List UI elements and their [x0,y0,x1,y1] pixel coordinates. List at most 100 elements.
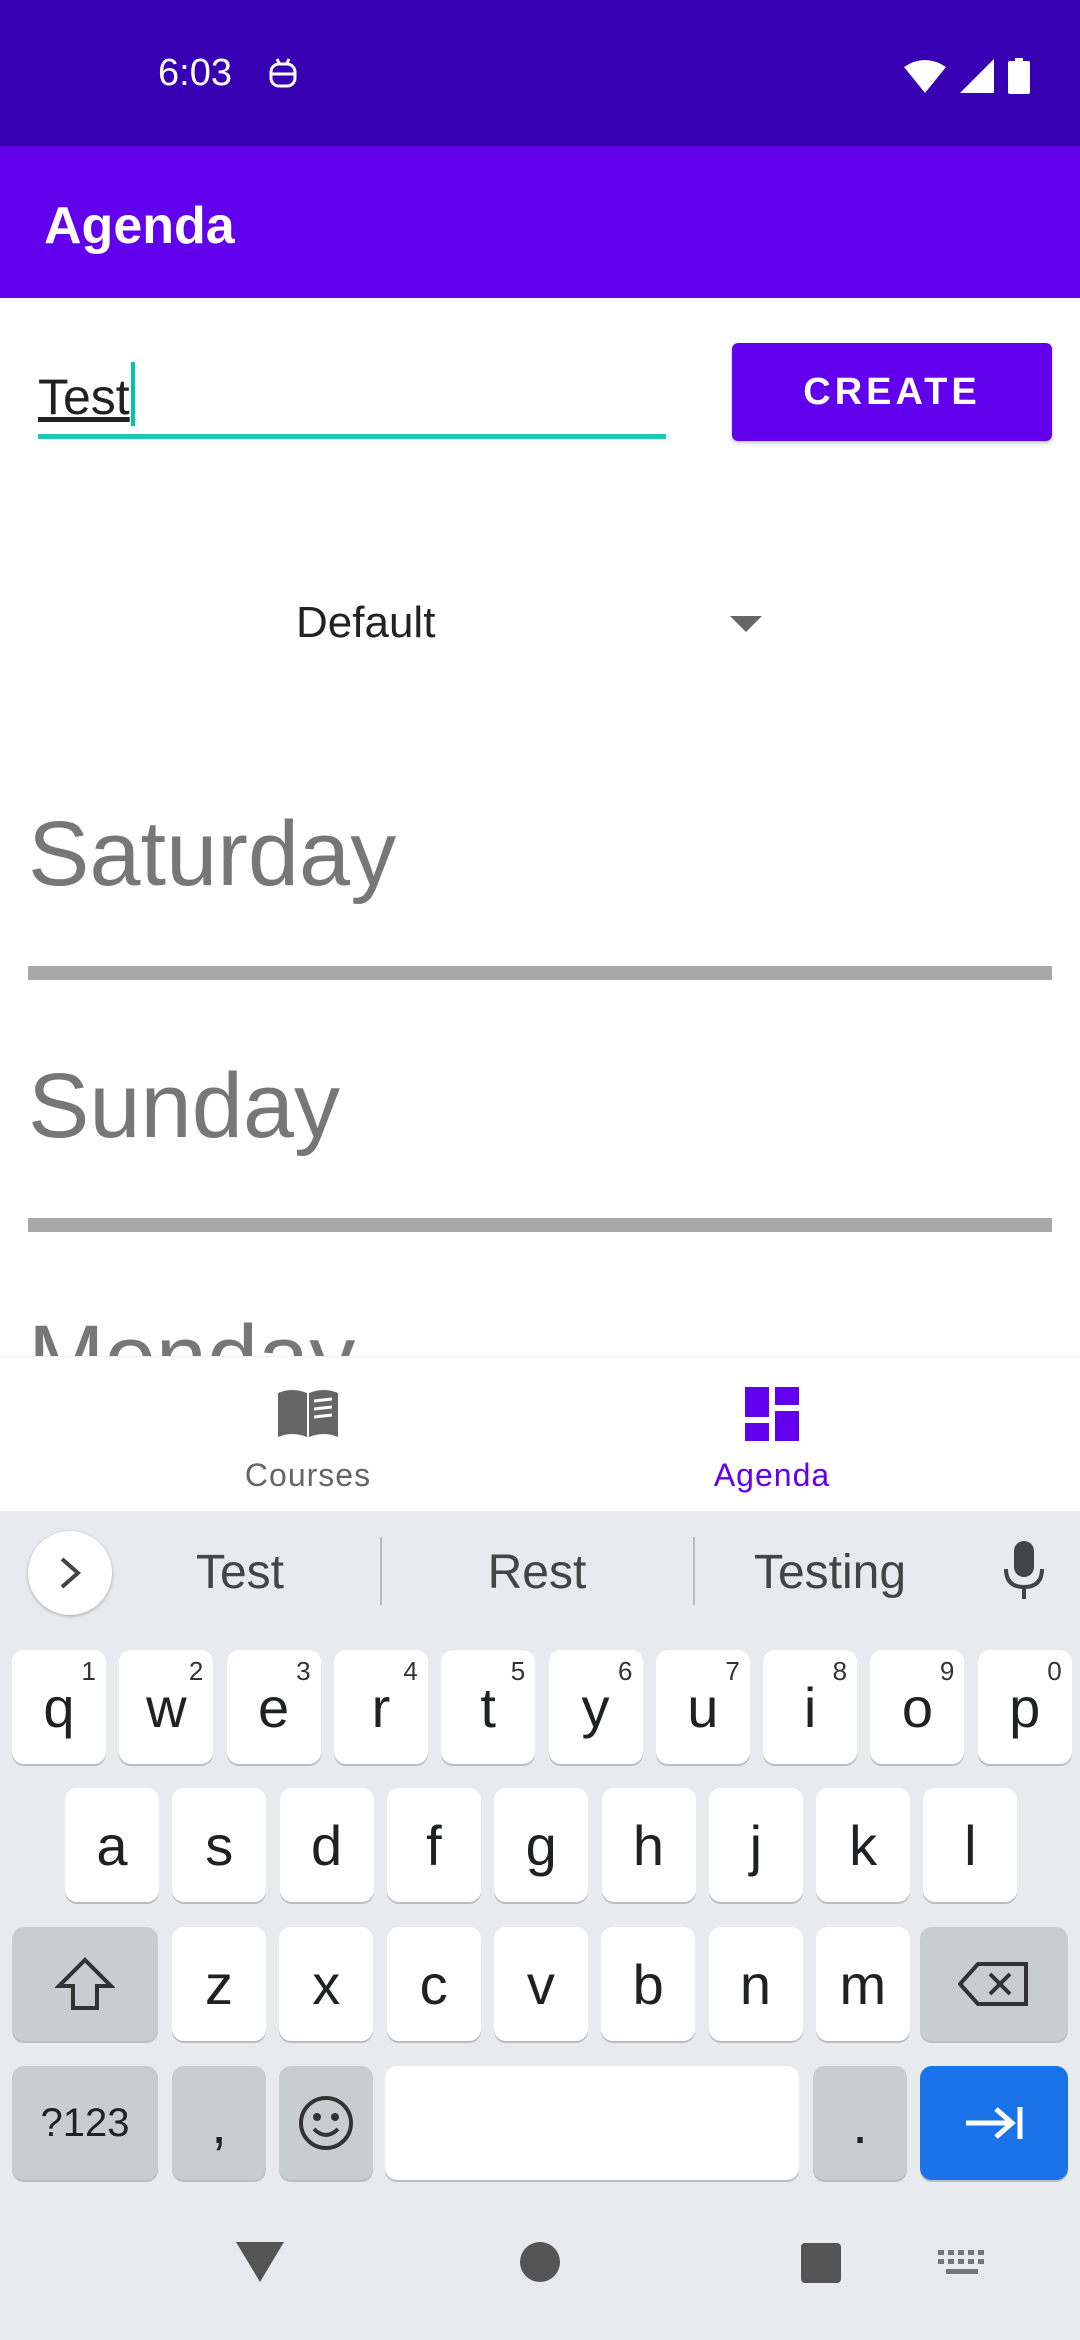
suggestion-strip: Test Rest Testing [0,1511,1080,1635]
key-h[interactable]: h [601,1788,696,1902]
key-k[interactable]: k [816,1788,911,1902]
expand-suggestions-button[interactable] [28,1531,112,1615]
key-hint-number: 2 [188,1656,204,1686]
key-label: z [205,1952,233,2016]
key-label: m [839,1952,887,2016]
agenda-spinner[interactable]: Default [296,588,766,658]
symbols-key[interactable]: ?123 [12,2066,158,2180]
key-hint-number: 5 [510,1656,526,1686]
key-label: f [426,1813,442,1877]
key-p[interactable]: p0 [977,1650,1072,1764]
key-q[interactable]: q1 [12,1650,106,1764]
back-icon[interactable] [234,2240,286,2284]
key-v[interactable]: v [493,1927,588,2041]
home-icon[interactable] [518,2240,562,2284]
suggestion-divider [380,1537,382,1605]
shift-key[interactable] [12,1927,158,2041]
key-label: e [258,1675,290,1739]
key-u[interactable]: u7 [655,1650,750,1764]
tab-arrow-icon [966,2107,1023,2139]
key-hint-number: 6 [618,1656,633,1686]
key-i[interactable]: i8 [763,1650,858,1764]
key-hint-number: 7 [725,1656,740,1686]
dropdown-arrow-icon [730,616,762,632]
dashboard-icon [745,1387,799,1441]
key-s[interactable]: s [172,1788,267,1902]
input-underline [38,434,666,439]
nav-item-courses[interactable]: Courses [38,1357,578,1512]
status-bar: 6:03 [0,0,1080,146]
key-j[interactable]: j [708,1788,803,1902]
key-label: q [43,1675,75,1739]
recents-icon[interactable] [800,2242,842,2284]
nav-label-agenda: Agenda [713,1457,831,1493]
space-key[interactable] [385,2066,799,2180]
key-w[interactable]: w2 [119,1650,214,1764]
chevron-right-icon [60,1557,82,1589]
key-label: y [581,1675,610,1739]
backspace-icon [958,1962,1028,2006]
key-z[interactable]: z [172,1927,266,2041]
key-label: d [311,1813,343,1877]
period-key[interactable]: . [813,2066,907,2180]
key-hint-number: 1 [81,1656,96,1686]
key-label: x [312,1952,341,2016]
key-r[interactable]: r4 [333,1650,428,1764]
shift-icon [55,1957,115,2010]
key-f[interactable]: f [386,1788,481,1902]
key-l[interactable]: l [923,1788,1018,1902]
key-m[interactable]: m [815,1927,910,2041]
day-header-saturday: Saturday [28,803,397,905]
key-label: g [525,1813,557,1877]
key-a[interactable]: a [65,1788,159,1902]
app-title: Agenda [44,197,235,255]
day-divider [28,966,1052,980]
key-label: l [964,1813,977,1877]
screen: 6:03 Agenda Test CREATE Default Saturday… [0,0,1080,2340]
key-t[interactable]: t5 [441,1650,536,1764]
agenda-name-value: Test [38,369,130,425]
key-label: o [901,1675,933,1739]
key-y[interactable]: y6 [548,1650,643,1764]
text-cursor [130,362,135,426]
keyboard-hide-icon[interactable] [938,2250,986,2278]
key-label: u [687,1675,719,1739]
status-time: 6:03 [158,52,232,94]
suggestion-divider [693,1537,695,1605]
suggestion-item[interactable]: Testing [730,1545,930,1600]
microphone-icon[interactable] [1004,1541,1044,1601]
key-o[interactable]: o9 [870,1650,965,1764]
key-label: h [632,1813,665,1877]
key-hint-number: 9 [939,1656,955,1686]
key-hint-number: 8 [832,1656,848,1686]
key-c[interactable]: c [386,1927,481,2041]
app-bar: Agenda [0,146,1080,298]
emoji-key[interactable] [279,2066,373,2180]
suggestion-item[interactable]: Rest [437,1545,637,1600]
key-hint-number: 4 [403,1656,418,1686]
comma-key[interactable]: , [172,2066,266,2180]
nav-item-agenda[interactable]: Agenda [502,1357,1042,1512]
backspace-key[interactable] [920,1927,1068,2041]
key-e[interactable]: e3 [226,1650,321,1764]
key-n[interactable]: n [708,1927,803,2041]
suggestion-item[interactable]: Test [140,1545,340,1600]
create-button[interactable]: CREATE [732,343,1052,441]
bottom-navigation: Courses Agenda [0,1356,1080,1511]
main-content[interactable]: Test CREATE Default Saturday Sunday Mond… [0,298,1080,1356]
agenda-name-input[interactable]: Test [38,352,666,440]
key-label: s [205,1813,234,1877]
key-label: c [419,1952,448,2016]
key-x[interactable]: x [279,1927,374,2041]
key-label: a [96,1813,128,1877]
nav-label-courses: Courses [244,1457,372,1493]
day-header-sunday: Sunday [28,1055,341,1157]
key-label: v [526,1952,555,2016]
day-header-monday: Monday [28,1306,355,1356]
key-d[interactable]: d [279,1788,374,1902]
next-key[interactable] [920,2066,1068,2180]
key-b[interactable]: b [601,1927,696,2041]
book-icon [278,1390,338,1437]
notification-icon [269,58,297,88]
key-g[interactable]: g [494,1788,589,1902]
